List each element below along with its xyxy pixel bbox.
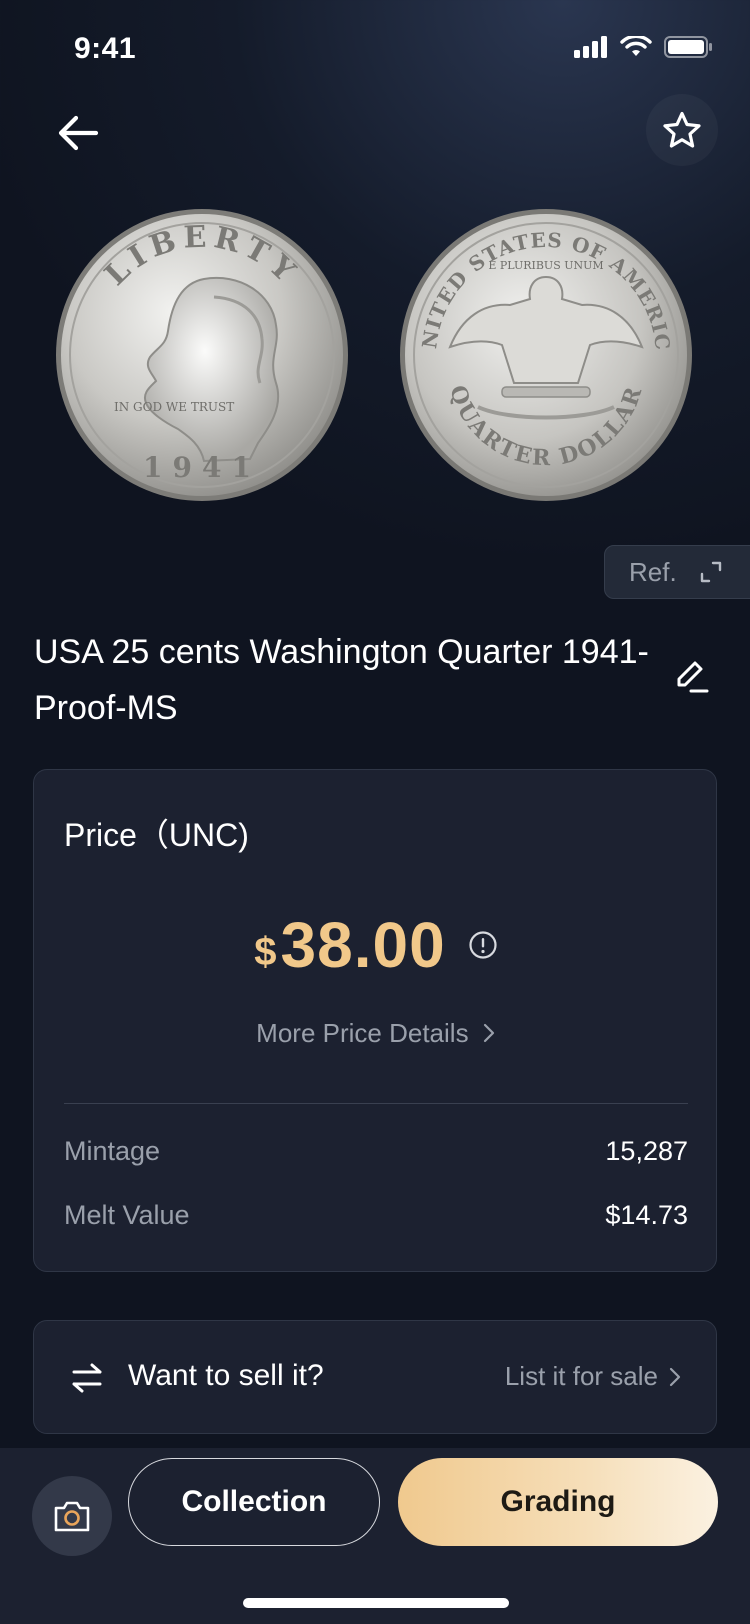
back-button[interactable] <box>48 103 108 163</box>
edit-icon <box>677 661 709 693</box>
status-icons <box>574 36 712 58</box>
stat-value: 15,287 <box>605 1136 688 1166</box>
chevron-right-icon <box>669 1367 681 1386</box>
sell-title: Want to sell it? <box>128 1359 324 1392</box>
stat-label: Mintage <box>64 1136 161 1166</box>
favorite-button[interactable] <box>646 94 718 166</box>
info-icon[interactable] <box>468 930 498 960</box>
collection-button[interactable]: Collection <box>128 1458 380 1546</box>
camera-button[interactable] <box>32 1476 112 1556</box>
status-time: 9:41 <box>74 32 137 65</box>
expand-icon <box>700 561 721 583</box>
stat-label: Melt Value <box>64 1200 190 1230</box>
chevron-right-icon <box>483 1023 494 1043</box>
stat-value: $14.73 <box>605 1200 688 1230</box>
price-currency: $ <box>254 929 277 974</box>
price-row: $ 38.00 <box>34 908 718 982</box>
camera-icon <box>54 1501 90 1532</box>
coin-obverse-motto: IN GOD WE TRUST <box>114 400 234 414</box>
list-for-sale-label: List it for sale <box>504 1361 658 1391</box>
reference-button[interactable]: Ref. <box>604 545 750 599</box>
list-for-sale-link[interactable]: List it for sale <box>505 1361 682 1392</box>
more-price-details-label: More Price Details <box>256 1018 469 1048</box>
arrow-left-icon <box>58 115 99 151</box>
grading-button[interactable]: Grading <box>398 1458 718 1546</box>
battery-icon <box>664 36 712 58</box>
price-card: Price（UNC) $ 38.00 More Price Details Mi… <box>33 769 717 1272</box>
price-divider <box>64 1103 688 1104</box>
coin-reverse-motto: E PLURIBUS UNUM <box>488 259 603 272</box>
edit-title-button[interactable] <box>666 650 716 700</box>
price-label: Price（UNC) <box>64 817 249 853</box>
coin-obverse-year: 1941 <box>143 451 261 484</box>
coin-obverse-image[interactable]: LIBERTY IN GOD WE TRUST 1941 <box>54 207 350 503</box>
sell-card[interactable]: Want to sell it? List it for sale <box>33 1320 717 1434</box>
stat-row-mintage: Mintage 15,287 <box>64 1136 688 1167</box>
reference-button-label: Ref. <box>629 556 677 587</box>
wifi-icon <box>620 36 652 56</box>
coin-reverse-image[interactable]: UNITED STATES OF AMERICA E PLURIBUS UNUM… <box>389 188 694 503</box>
more-price-details-link[interactable]: More Price Details <box>34 1018 718 1049</box>
signal-icon <box>574 36 607 58</box>
home-indicator <box>243 1598 509 1608</box>
swap-icon <box>72 1363 102 1393</box>
status-bar: 9:41 <box>0 0 750 100</box>
stat-row-melt-value: Melt Value $14.73 <box>64 1200 688 1231</box>
bottom-action-bar: Collection Grading <box>0 1448 750 1624</box>
star-icon <box>663 111 701 148</box>
price-value: 38.00 <box>280 909 446 981</box>
coin-title: USA 25 cents Washington Quarter 1941-Pro… <box>34 633 649 727</box>
